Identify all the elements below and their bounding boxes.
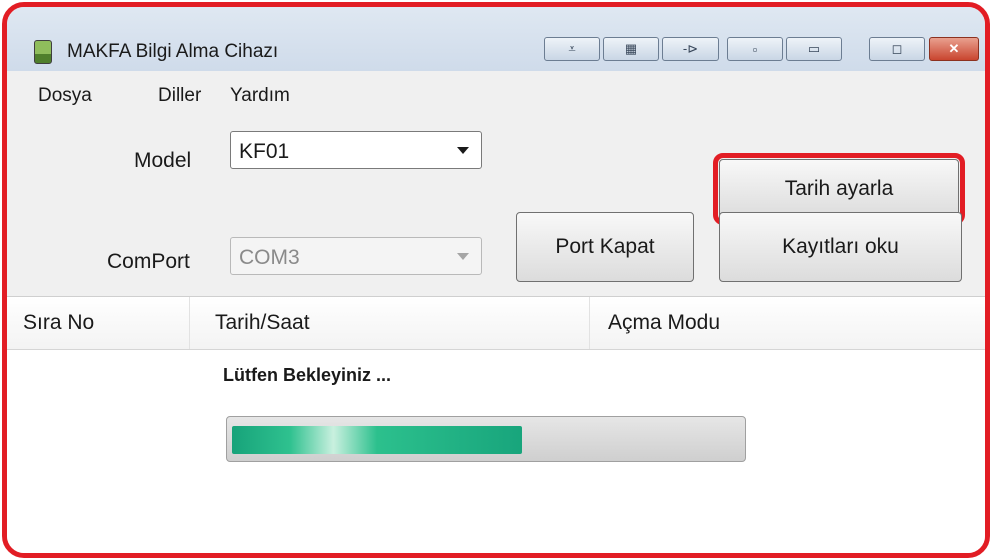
close-port-button[interactable]: Port Kapat [516,212,694,282]
window-title: MAKFA Bilgi Alma Cihazı [67,41,279,62]
pin-button[interactable]: -⊳ [662,37,719,61]
column-header-sira-no[interactable]: Sıra No [23,311,94,335]
keyboard-icon: ▦ [624,41,638,56]
collapse-button[interactable]: ⩡ [544,37,600,61]
minimize-small-icon: ▫ [752,41,758,57]
read-records-button[interactable]: Kayıtları oku [719,212,962,282]
minimize-button[interactable]: ▭ [786,37,842,61]
menu-item-yardim[interactable]: Yardım [230,85,290,107]
minimize-icon: ▭ [807,41,821,56]
column-divider[interactable] [189,297,190,349]
keyboard-button[interactable]: ▦ [603,37,659,61]
maximize-icon: ◻ [891,41,903,56]
column-header-acma-modu[interactable]: Açma Modu [608,311,720,335]
records-list[interactable]: Sıra No Tarih/Saat Açma Modu Lütfen Bekl… [7,296,985,553]
model-select-value: KF01 [239,140,290,163]
column-header-tarih-saat[interactable]: Tarih/Saat [215,311,310,335]
close-icon: ✕ [948,41,960,56]
list-header: Sıra No Tarih/Saat Açma Modu [7,296,985,350]
wait-message: Lütfen Bekleyiniz ... [223,365,392,385]
title-bar: MAKFA Bilgi Alma Cihazı ⩡ ▦ -⊳ ▫ ▭ ◻ ✕ [7,7,985,71]
device-icon [34,40,52,64]
maximize-button[interactable]: ◻ [869,37,925,61]
app-window: MAKFA Bilgi Alma Cihazı ⩡ ▦ -⊳ ▫ ▭ ◻ ✕ D… [2,2,990,558]
menu-item-diller[interactable]: Diller [158,85,201,107]
pin-icon: -⊳ [682,41,699,56]
chevron-down-icon [457,253,469,260]
collapse-icon: ⩡ [568,41,576,56]
comport-select[interactable]: COM3 [230,237,482,275]
chevron-down-icon [457,147,469,154]
close-button[interactable]: ✕ [929,37,979,61]
column-divider[interactable] [589,297,590,349]
menu-item-dosya[interactable]: Dosya [38,85,92,107]
model-label: Model [134,149,192,172]
model-select[interactable]: KF01 [230,131,482,169]
progress-bar [226,416,746,462]
comport-label: ComPort [107,250,190,273]
minimize-small-button[interactable]: ▫ [727,37,783,61]
comport-select-value: COM3 [239,246,300,269]
progress-fill [232,426,522,454]
